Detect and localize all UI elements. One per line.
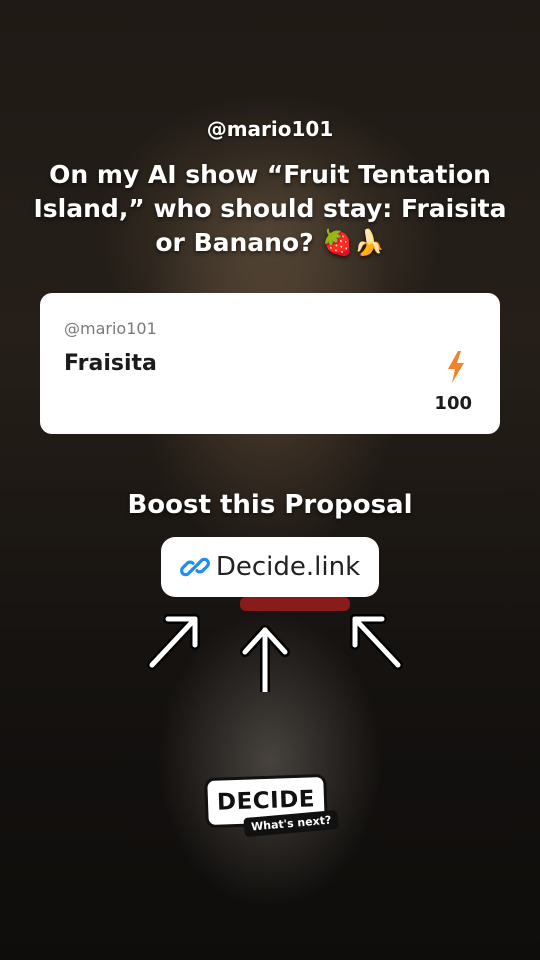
boost-title: Boost this Proposal bbox=[127, 490, 413, 520]
arrow-up-right-icon bbox=[350, 614, 403, 670]
boost-count: 100 bbox=[434, 393, 472, 414]
post-question: On my AI show “Fruit Tentation Island,” … bbox=[33, 160, 507, 257]
proposal-title: Fraisita bbox=[64, 351, 157, 376]
decide-link-button[interactable]: Decide.link bbox=[161, 537, 379, 597]
arrow-up-icon bbox=[240, 625, 290, 692]
post-username[interactable]: @mario101 bbox=[0, 117, 540, 141]
decide-link-label: Decide.link bbox=[215, 552, 361, 582]
lightning-bolt-icon[interactable] bbox=[446, 351, 466, 383]
arrow-up-left-icon bbox=[147, 614, 200, 670]
proposal-username: @mario101 bbox=[64, 319, 157, 338]
background-collar bbox=[240, 597, 350, 611]
proposal-card[interactable]: @mario101 Fraisita 100 bbox=[40, 293, 500, 434]
link-icon bbox=[179, 557, 210, 577]
